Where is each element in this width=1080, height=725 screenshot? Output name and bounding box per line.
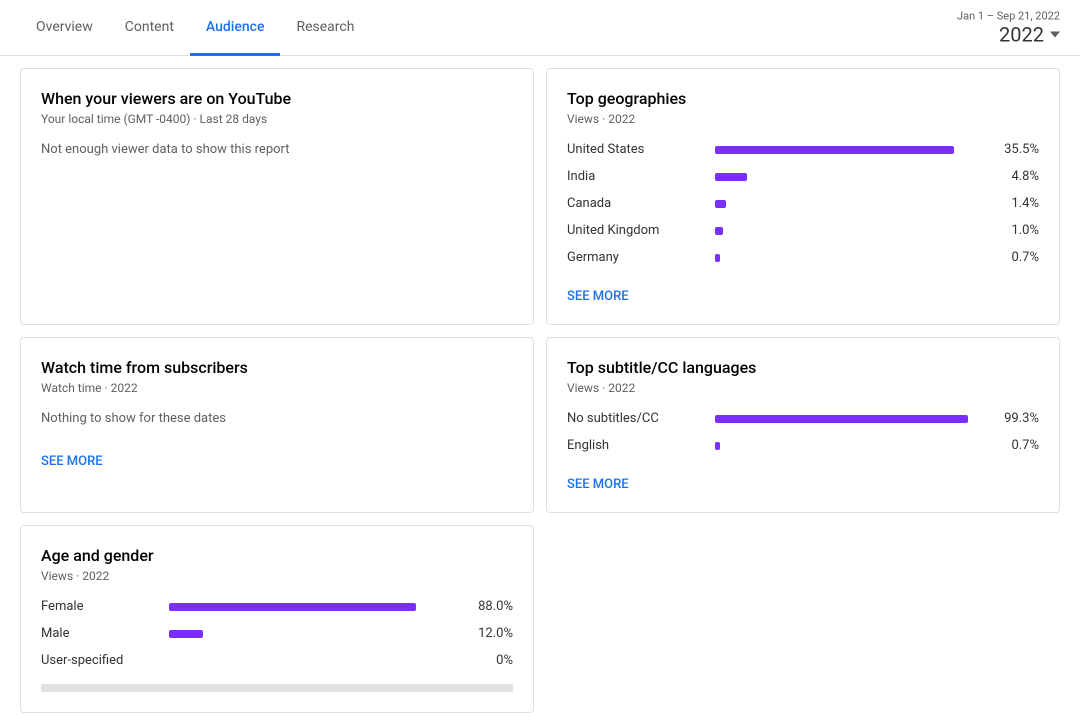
gender-bar-female: [169, 603, 416, 611]
viewer-time-subtitle: Your local time (GMT -0400) · Last 28 da…: [41, 112, 513, 126]
geo-see-more[interactable]: SEE MORE: [567, 289, 629, 304]
geo-bar-germany: [715, 254, 720, 262]
top-geo-subtitle: Views · 2022: [567, 112, 1039, 126]
gender-row-userspec: User-specified 0%: [41, 653, 513, 668]
geo-track-india: [715, 173, 981, 181]
subtitles-title: Top subtitle/CC languages: [567, 358, 1039, 377]
geo-row-us: United States 35.5%: [567, 142, 1039, 157]
geo-value-india: 4.8%: [989, 169, 1039, 184]
subtitle-row-none: No subtitles/CC 99.3%: [567, 411, 1039, 426]
subtitle-value-none: 99.3%: [989, 411, 1039, 426]
watch-time-empty: Nothing to show for these dates: [41, 411, 513, 426]
age-gender-title: Age and gender: [41, 546, 513, 565]
geo-label-uk: United Kingdom: [567, 223, 707, 238]
gender-track-female: [169, 603, 450, 611]
gender-track-userspec: [169, 657, 450, 665]
geo-track-germany: [715, 254, 981, 262]
age-histogram-placeholder: [41, 684, 513, 692]
subtitles-subtitle: Views · 2022: [567, 381, 1039, 395]
subtitle-bar-none: [715, 415, 968, 423]
gender-bar-male: [169, 630, 203, 638]
subtitle-value-english: 0.7%: [989, 438, 1039, 453]
geo-value-germany: 0.7%: [989, 250, 1039, 265]
gender-value-female: 88.0%: [458, 599, 513, 614]
main-content: When your viewers are on YouTube Your lo…: [0, 56, 1080, 725]
geo-bar-canada: [715, 200, 726, 208]
age-gender-subtitle: Views · 2022: [41, 569, 513, 583]
tab-audience[interactable]: Audience: [190, 1, 281, 56]
watch-time-subtitle: Watch time · 2022: [41, 381, 513, 395]
geo-bar-us: [715, 146, 954, 154]
top-geo-card: Top geographies Views · 2022 United Stat…: [546, 68, 1060, 325]
geo-row-germany: Germany 0.7%: [567, 250, 1039, 265]
subtitle-track-english: [715, 442, 981, 450]
geo-value-uk: 1.0%: [989, 223, 1039, 238]
geo-value-us: 35.5%: [989, 142, 1039, 157]
geo-value-canada: 1.4%: [989, 196, 1039, 211]
gender-track-male: [169, 630, 450, 638]
geo-track-us: [715, 146, 981, 154]
subtitle-label-none: No subtitles/CC: [567, 411, 707, 426]
viewer-time-title: When your viewers are on YouTube: [41, 89, 513, 108]
gender-row-male: Male 12.0%: [41, 626, 513, 641]
age-gender-card: Age and gender Views · 2022 Female 88.0%…: [20, 525, 534, 713]
date-picker[interactable]: Jan 1 – Sep 21, 2022 2022: [957, 9, 1060, 46]
geo-row-canada: Canada 1.4%: [567, 196, 1039, 211]
subtitles-see-more[interactable]: SEE MORE: [567, 477, 629, 492]
gender-label-male: Male: [41, 626, 161, 641]
date-range-label: Jan 1 – Sep 21, 2022: [957, 9, 1060, 22]
geo-label-india: India: [567, 169, 707, 184]
tab-overview[interactable]: Overview: [20, 1, 109, 56]
gender-row-female: Female 88.0%: [41, 599, 513, 614]
geo-row-india: India 4.8%: [567, 169, 1039, 184]
chevron-down-icon: [1050, 31, 1060, 37]
watch-time-card: Watch time from subscribers Watch time ·…: [20, 337, 534, 513]
top-geo-title: Top geographies: [567, 89, 1039, 108]
geo-row-uk: United Kingdom 1.0%: [567, 223, 1039, 238]
top-subtitles-card: Top subtitle/CC languages Views · 2022 N…: [546, 337, 1060, 513]
subtitle-label-english: English: [567, 438, 707, 453]
tab-research[interactable]: Research: [280, 1, 370, 56]
viewer-time-card: When your viewers are on YouTube Your lo…: [20, 68, 534, 325]
subtitle-track-none: [715, 415, 981, 423]
geo-track-canada: [715, 200, 981, 208]
gender-value-male: 12.0%: [458, 626, 513, 641]
gender-value-userspec: 0%: [458, 653, 513, 668]
geo-label-us: United States: [567, 142, 707, 157]
geo-bar-uk: [715, 227, 723, 235]
geo-label-germany: Germany: [567, 250, 707, 265]
watch-time-see-more[interactable]: SEE MORE: [41, 454, 103, 469]
viewer-time-empty: Not enough viewer data to show this repo…: [41, 142, 513, 157]
tab-content[interactable]: Content: [109, 1, 190, 56]
geo-track-uk: [715, 227, 981, 235]
subtitle-bar-english: [715, 442, 720, 450]
geo-bar-india: [715, 173, 747, 181]
date-year: 2022: [957, 22, 1060, 46]
subtitle-row-english: English 0.7%: [567, 438, 1039, 453]
geo-label-canada: Canada: [567, 196, 707, 211]
gender-label-female: Female: [41, 599, 161, 614]
watch-time-title: Watch time from subscribers: [41, 358, 513, 377]
top-navigation: Overview Content Audience Research Jan 1…: [0, 0, 1080, 56]
gender-label-userspec: User-specified: [41, 653, 161, 668]
